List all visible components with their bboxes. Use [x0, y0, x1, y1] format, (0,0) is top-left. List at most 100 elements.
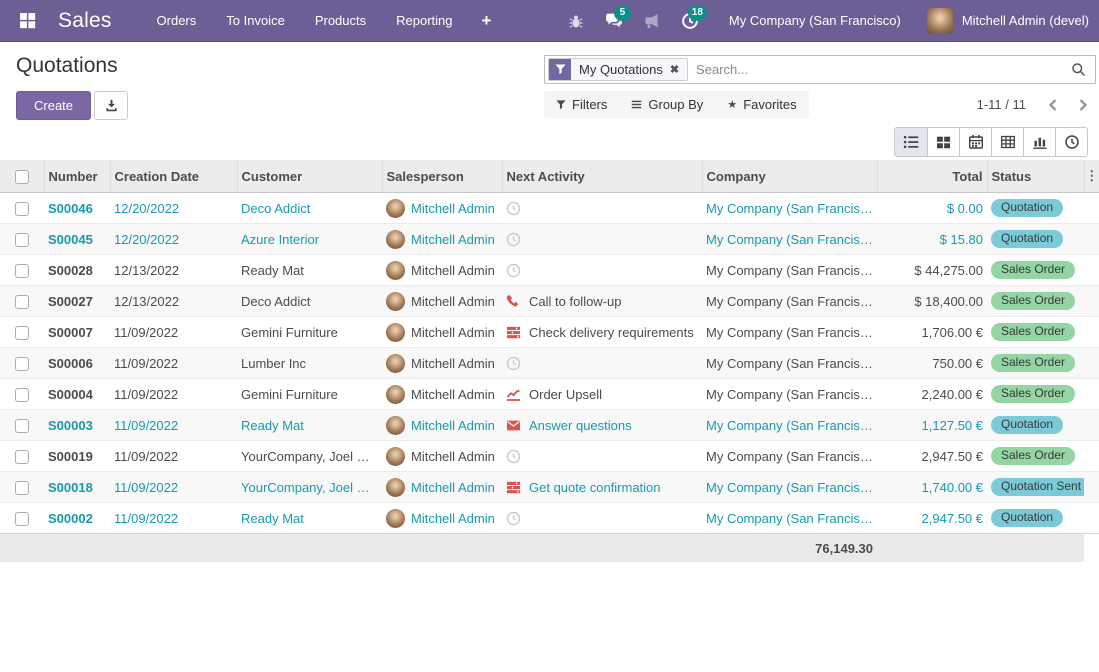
- quotation-row[interactable]: S00004 11/09/2022 Gemini Furniture Mitch…: [0, 379, 1099, 410]
- cell-next-activity[interactable]: Call to follow-up: [502, 286, 702, 317]
- row-checkbox[interactable]: [15, 264, 29, 278]
- messages-icon[interactable]: 5: [597, 4, 631, 38]
- quotation-row[interactable]: S00028 12/13/2022 Ready Mat Mitchell Adm…: [0, 255, 1099, 286]
- status-badge: Quotation: [991, 416, 1063, 434]
- activity-view-icon[interactable]: [1055, 128, 1087, 156]
- menu-orders[interactable]: Orders: [142, 0, 212, 42]
- header-number[interactable]: Number: [44, 160, 110, 193]
- group-by-button[interactable]: Group By: [619, 91, 715, 118]
- cell-total: 2,240.00 €: [877, 379, 987, 410]
- header-total[interactable]: Total: [877, 160, 987, 193]
- cell-next-activity[interactable]: Answer questions: [502, 410, 702, 441]
- export-button[interactable]: [94, 91, 128, 120]
- row-checkbox[interactable]: [15, 481, 29, 495]
- cell-status: Sales Order: [987, 255, 1084, 286]
- cell-customer: Deco Addict: [237, 286, 382, 317]
- header-customer[interactable]: Customer: [237, 160, 382, 193]
- cell-next-activity[interactable]: [502, 348, 702, 379]
- quotation-row[interactable]: S00007 11/09/2022 Gemini Furniture Mitch…: [0, 317, 1099, 348]
- cell-next-activity[interactable]: [502, 193, 702, 224]
- header-next-activity[interactable]: Next Activity: [502, 160, 702, 193]
- search-input[interactable]: [688, 62, 1067, 77]
- salesperson-name: Mitchell Admin: [411, 418, 495, 433]
- cell-customer: Ready Mat: [237, 255, 382, 286]
- select-all-checkbox[interactable]: [15, 170, 29, 184]
- cell-creation-date: 11/09/2022: [110, 317, 237, 348]
- quotation-row[interactable]: S00019 11/09/2022 YourCompany, Joel Will…: [0, 441, 1099, 472]
- header-salesperson[interactable]: Salesperson: [382, 160, 502, 193]
- cell-next-activity[interactable]: Order Upsell: [502, 379, 702, 410]
- menu-to-invoice[interactable]: To Invoice: [211, 0, 300, 42]
- app-name[interactable]: Sales: [58, 9, 112, 33]
- row-checkbox[interactable]: [15, 202, 29, 216]
- cell-total: 2,947.50 €: [877, 441, 987, 472]
- calendar-view-icon[interactable]: [959, 128, 991, 156]
- footer-total: 76,149.30: [702, 534, 877, 563]
- cell-next-activity[interactable]: [502, 441, 702, 472]
- filters-funnel-icon: [556, 100, 566, 110]
- create-button[interactable]: Create: [16, 91, 91, 120]
- menu-reporting[interactable]: Reporting: [381, 0, 467, 42]
- remove-facet-icon[interactable]: ✖: [670, 63, 679, 76]
- menu-products[interactable]: Products: [300, 0, 381, 42]
- search-icon[interactable]: [1067, 62, 1089, 77]
- apps-grid-icon[interactable]: [12, 6, 42, 36]
- extra-menu-plus-icon[interactable]: +: [468, 11, 506, 31]
- pager-next-icon[interactable]: [1070, 93, 1096, 117]
- cell-handle: [1084, 255, 1099, 286]
- status-badge: Sales Order: [991, 447, 1075, 465]
- cell-number: S00045: [44, 224, 110, 255]
- cell-handle: [1084, 286, 1099, 317]
- cell-next-activity[interactable]: Check delivery requirements: [502, 317, 702, 348]
- quotation-row[interactable]: S00006 11/09/2022 Lumber Inc Mitchell Ad…: [0, 348, 1099, 379]
- user-menu[interactable]: Mitchell Admin (devel): [927, 8, 1089, 34]
- row-checkbox[interactable]: [15, 388, 29, 402]
- quotation-row[interactable]: S00018 11/09/2022 YourCompany, Joel Will…: [0, 472, 1099, 503]
- row-checkbox[interactable]: [15, 233, 29, 247]
- pager-previous-icon[interactable]: [1040, 93, 1066, 117]
- main-menu: Orders To Invoice Products Reporting +: [142, 0, 506, 42]
- activity-clock-icon[interactable]: 18: [673, 4, 707, 38]
- row-checkbox[interactable]: [15, 326, 29, 340]
- cell-next-activity[interactable]: [502, 255, 702, 286]
- quotation-row[interactable]: S00002 11/09/2022 Ready Mat Mitchell Adm…: [0, 503, 1099, 534]
- filters-button[interactable]: Filters: [544, 91, 619, 118]
- company-switcher[interactable]: My Company (San Francisco): [729, 13, 901, 28]
- cell-next-activity[interactable]: [502, 503, 702, 534]
- cell-status: Sales Order: [987, 441, 1084, 472]
- cell-next-activity[interactable]: [502, 224, 702, 255]
- pivot-view-icon[interactable]: [991, 128, 1023, 156]
- optional-columns-icon[interactable]: ⋮: [1084, 160, 1099, 193]
- cell-company: My Company (San Francisco): [702, 224, 877, 255]
- quotation-row[interactable]: S00003 11/09/2022 Ready Mat Mitchell Adm…: [0, 410, 1099, 441]
- row-checkbox[interactable]: [15, 419, 29, 433]
- row-checkbox[interactable]: [15, 357, 29, 371]
- header-company[interactable]: Company: [702, 160, 877, 193]
- list-view-icon[interactable]: [895, 128, 927, 156]
- cell-next-activity[interactable]: Get quote confirmation: [502, 472, 702, 503]
- header-status[interactable]: Status: [987, 160, 1084, 193]
- bug-icon[interactable]: [559, 4, 593, 38]
- kanban-view-icon[interactable]: [927, 128, 959, 156]
- cell-salesperson: Mitchell Admin: [382, 441, 502, 472]
- quotation-row[interactable]: S00027 12/13/2022 Deco Addict Mitchell A…: [0, 286, 1099, 317]
- cell-company: My Company (San Francisco): [702, 286, 877, 317]
- header-creation-date[interactable]: Creation Date: [110, 160, 237, 193]
- cell-creation-date: 11/09/2022: [110, 410, 237, 441]
- cell-total: $ 15.80: [877, 224, 987, 255]
- quotation-row[interactable]: S00046 12/20/2022 Deco Addict Mitchell A…: [0, 193, 1099, 224]
- graph-view-icon[interactable]: [1023, 128, 1055, 156]
- activity-label: Answer questions: [529, 418, 632, 433]
- line-chart-icon: [506, 387, 521, 402]
- cell-total: 1,127.50 €: [877, 410, 987, 441]
- row-checkbox[interactable]: [15, 450, 29, 464]
- search-bar[interactable]: My Quotations ✖: [544, 55, 1096, 84]
- favorites-button[interactable]: ★ Favorites: [715, 91, 808, 118]
- quotation-row[interactable]: S00045 12/20/2022 Azure Interior Mitchel…: [0, 224, 1099, 255]
- filter-funnel-icon: [549, 59, 571, 80]
- row-checkbox[interactable]: [15, 512, 29, 526]
- cell-number: S00003: [44, 410, 110, 441]
- announcement-icon[interactable]: [635, 4, 669, 38]
- salesperson-name: Mitchell Admin: [411, 294, 495, 309]
- row-checkbox[interactable]: [15, 295, 29, 309]
